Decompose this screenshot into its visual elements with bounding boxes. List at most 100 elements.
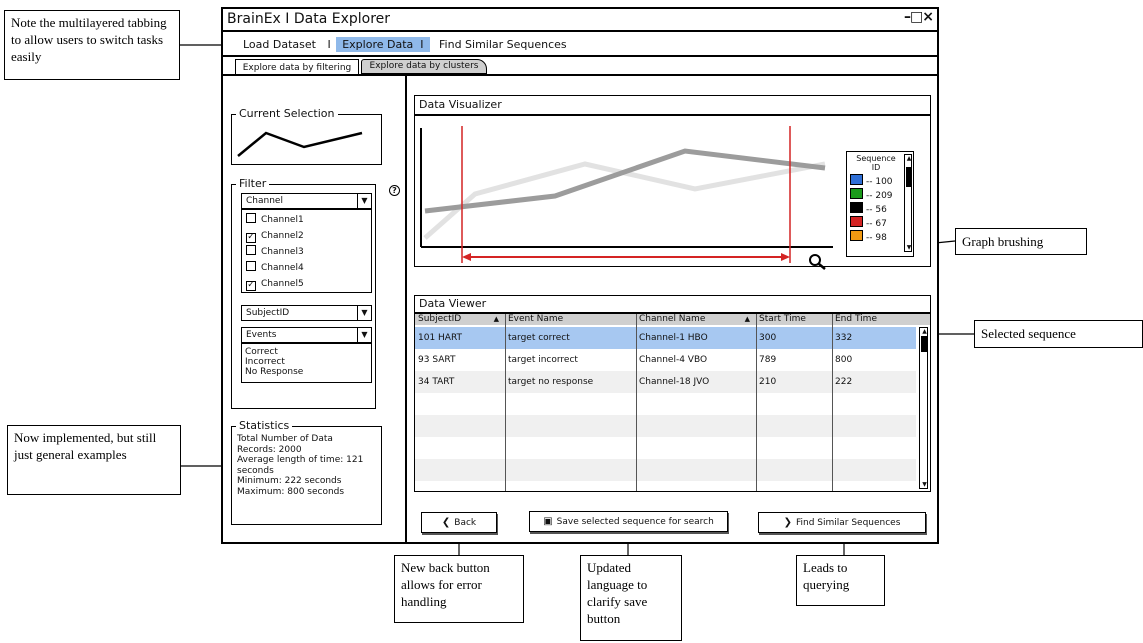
stat-line: Maximum: 800 seconds	[237, 486, 345, 497]
data-visualizer-panel: Sequence ID ▲ ▼ -- 100 -- 209 -- 56 -- 67…	[414, 115, 931, 270]
back-arrow-icon: ❮	[441, 517, 451, 528]
app-window: BrainEx I Data Explorer –□× Load Dataset…	[221, 7, 939, 544]
channel-checkbox-2[interactable]: ✓ Channel2	[242, 228, 371, 244]
annotation-statistics: Now implemented, but still just general …	[7, 425, 181, 495]
annotation-tabbing: Note the multilayered tabbing to allow u…	[4, 10, 180, 80]
table-row-empty	[415, 415, 916, 437]
statistics-box: Statistics Total Number of Data Records:…	[231, 419, 382, 525]
legend-swatch	[850, 188, 863, 199]
legend-item: -- 98	[850, 230, 893, 244]
table-row[interactable]: 93 SART target incorrect Channel-4 VBO 7…	[415, 349, 916, 371]
column-header-subjectid[interactable]: SubjectID ▲	[415, 314, 505, 325]
tab-explore-data[interactable]: Explore Data I	[336, 37, 430, 52]
column-header-event-name[interactable]: Event Name	[505, 314, 636, 325]
arrow-right-icon	[781, 253, 790, 261]
left-panel-divider	[405, 75, 407, 542]
stat-line: seconds	[237, 465, 274, 476]
scroll-down-icon: ▼	[922, 481, 927, 488]
legend-item: -- 100	[850, 174, 893, 188]
checkbox-icon	[246, 213, 256, 223]
table-header: SubjectID ▲ Event Name Channel Name ▲ Star…	[415, 314, 930, 325]
filter-box: Filter Channel ▼ Channel1 ✓ Channel2 Chan…	[231, 177, 376, 409]
sort-up-icon: ▲	[744, 315, 750, 323]
current-selection-sparkline	[237, 131, 363, 157]
floppy-disk-icon: ▣	[543, 516, 553, 527]
cell-event-name: target no response	[508, 377, 594, 387]
table-scrollbar[interactable]: ▲ ▼	[919, 327, 928, 489]
legend-swatch	[850, 216, 863, 227]
series-line-dark	[424, 148, 826, 214]
events-option-no-response[interactable]: No Response	[245, 367, 371, 377]
checkbox-checked-icon: ✓	[246, 280, 256, 291]
table-row-empty	[415, 393, 916, 415]
main-tab-divider	[223, 55, 937, 57]
cell-end-time: 332	[835, 333, 853, 343]
arrow-left-icon	[462, 253, 471, 261]
titlebar-divider	[223, 30, 937, 32]
cell-start-time: 210	[759, 377, 777, 387]
channel-list: Channel1 ✓ Channel2 Channel3 Channel4 ✓ Ch…	[241, 209, 372, 293]
annotation-find-button: Leads to querying	[796, 555, 885, 606]
tab-find-similar-sequences[interactable]: Find Similar Sequences	[433, 37, 573, 52]
chevron-down-icon: ▼	[357, 306, 371, 320]
statistics-title: Statistics	[236, 419, 293, 432]
cell-end-time: 800	[835, 355, 853, 365]
table-row-empty	[415, 437, 916, 459]
tab-load-dataset[interactable]: Load Dataset	[237, 37, 322, 52]
column-divider	[636, 314, 637, 491]
column-divider	[756, 314, 757, 491]
channel-checkbox-1[interactable]: Channel1	[242, 212, 371, 228]
data-viewer-title: Data Viewer	[414, 295, 931, 313]
magnifier-icon[interactable]	[808, 253, 828, 271]
cell-start-time: 300	[759, 333, 777, 343]
channel-checkbox-4[interactable]: Channel4	[242, 260, 371, 276]
channel-dropdown[interactable]: Channel ▼	[241, 193, 372, 209]
chevron-down-icon: ▼	[357, 194, 371, 208]
scroll-thumb	[921, 336, 927, 352]
legend-swatch	[850, 202, 863, 213]
events-option-incorrect[interactable]: Incorrect	[245, 357, 371, 367]
events-dropdown[interactable]: Events ▼	[241, 327, 372, 343]
stat-line: Total Number of Data	[237, 434, 333, 444]
cell-channel-name: Channel-1 HBO	[639, 333, 708, 343]
window-title: BrainEx I Data Explorer	[227, 11, 391, 27]
column-header-end-time[interactable]: End Time	[832, 314, 918, 325]
back-button[interactable]: ❮ Back	[421, 512, 497, 533]
events-option-correct[interactable]: Correct	[245, 347, 371, 357]
window-controls-icon[interactable]: –□×	[904, 9, 934, 25]
cell-end-time: 222	[835, 377, 853, 387]
legend-item: -- 56	[850, 202, 893, 216]
column-divider	[505, 314, 506, 491]
cell-subjectid: 34 TART	[418, 377, 455, 387]
sort-up-icon: ▲	[493, 315, 499, 323]
channel-dropdown-label: Channel	[246, 196, 283, 206]
table-row-empty	[415, 459, 916, 481]
save-sequence-button[interactable]: ▣ Save selected sequence for search	[529, 511, 728, 532]
subtab-divider	[223, 74, 937, 76]
column-header-channel-name[interactable]: Channel Name ▲	[636, 314, 756, 325]
series-line-light	[423, 161, 826, 240]
legend-box: Sequence ID ▲ ▼ -- 100 -- 209 -- 56 -- 67…	[846, 151, 914, 257]
channel-checkbox-5[interactable]: ✓ Channel5	[242, 276, 371, 292]
subtab-clusters[interactable]: Explore data by clusters	[361, 59, 487, 74]
table-row-selected[interactable]: 101 HART target correct Channel-1 HBO 30…	[415, 327, 916, 349]
stat-line: Minimum: 222 seconds	[237, 476, 342, 486]
legend-scrollbar[interactable]: ▲ ▼	[904, 154, 912, 252]
table-row[interactable]: 34 TART target no response Channel-18 JV…	[415, 371, 916, 393]
help-icon[interactable]: ?	[389, 185, 400, 196]
subjectid-dropdown[interactable]: SubjectID ▼	[241, 305, 372, 321]
column-divider	[832, 314, 833, 491]
find-similar-button[interactable]: ❯ Find Similar Sequences	[758, 512, 926, 533]
column-header-start-time[interactable]: Start Time	[756, 314, 832, 325]
cell-subjectid: 101 HART	[418, 333, 463, 343]
annotation-save-button: Updated language to clarify save button	[580, 555, 682, 641]
current-selection-title: Current Selection	[236, 107, 338, 120]
checkbox-checked-icon: ✓	[246, 232, 256, 243]
legend-swatch	[850, 230, 863, 241]
cell-channel-name: Channel-4 VBO	[639, 355, 708, 365]
cell-start-time: 789	[759, 355, 777, 365]
channel-checkbox-3[interactable]: Channel3	[242, 244, 371, 260]
legend-items: -- 100 -- 209 -- 56 -- 67 -- 98	[850, 174, 893, 244]
stat-line: Records: 2000	[237, 444, 302, 455]
stat-line: Average length of time: 121	[237, 455, 364, 465]
